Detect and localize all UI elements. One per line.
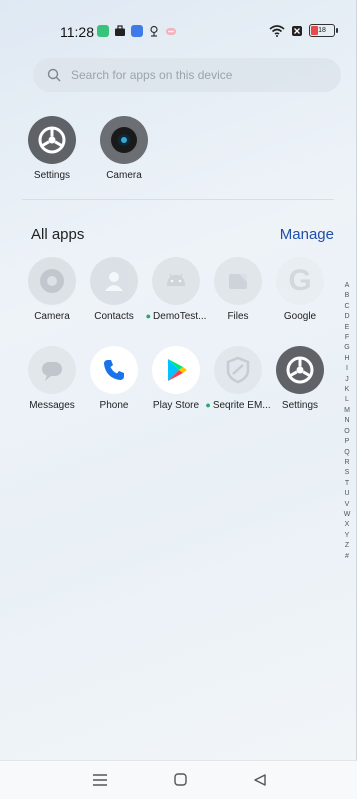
search-input[interactable] — [69, 67, 333, 83]
wifi-icon — [269, 25, 285, 37]
app-label: ● Seqrite EM... — [205, 400, 271, 411]
app-phone[interactable]: Phone — [84, 346, 144, 411]
alphabet-index-letter[interactable]: X — [345, 520, 350, 530]
status-time: 11:28 — [60, 24, 94, 40]
alphabet-index-letter[interactable]: H — [344, 354, 349, 364]
no-sim-icon — [292, 25, 302, 36]
alphabet-index-letter[interactable]: F — [345, 333, 349, 343]
alphabet-index-letter[interactable]: # — [345, 552, 349, 562]
alphabet-index-letter[interactable]: I — [346, 364, 348, 374]
files-icon — [214, 257, 262, 305]
app-label: Settings — [281, 400, 319, 411]
new-app-dot: ● — [205, 400, 211, 410]
alphabet-index-letter[interactable]: W — [344, 510, 351, 520]
camera-icon — [28, 257, 76, 305]
alphabet-index-letter[interactable]: B — [345, 291, 350, 301]
app-label: Google — [283, 311, 317, 322]
alphabet-index-letter[interactable]: D — [344, 312, 349, 322]
play-store-icon — [152, 346, 200, 394]
alphabet-index-letter[interactable]: Q — [344, 448, 349, 458]
alphabet-index[interactable]: A B C D E F G H I J K L M N O P Q R S T U V W X Y Z # — [342, 281, 352, 562]
app-google[interactable]: G Google — [270, 257, 330, 322]
app-camera[interactable]: Camera — [22, 257, 82, 322]
app-label: Settings — [33, 170, 71, 181]
all-apps-title: All apps — [31, 226, 85, 243]
android-icon — [152, 257, 200, 305]
app-seqrite[interactable]: ● Seqrite EM... — [205, 346, 271, 411]
new-app-dot: ● — [145, 311, 152, 321]
app-grid: Camera Contacts ● DemoTest... Files G Goo… — [22, 257, 332, 411]
seqrite-icon — [214, 346, 262, 394]
app-label: Phone — [99, 400, 129, 411]
alphabet-index-letter[interactable]: Z — [345, 541, 349, 551]
app-label: ● DemoTest... — [145, 311, 207, 322]
app-play-store[interactable]: Play Store — [146, 346, 206, 411]
notification-icons — [97, 25, 177, 37]
app-label: Play Store — [152, 400, 200, 411]
settings-icon — [28, 116, 76, 164]
alphabet-index-letter[interactable]: R — [344, 458, 349, 468]
suggested-app-settings[interactable]: Settings — [22, 116, 82, 181]
alphabet-index-letter[interactable]: A — [345, 281, 350, 291]
contacts-icon — [90, 257, 138, 305]
app-notification-icon — [97, 25, 109, 37]
app-label: Camera — [106, 170, 142, 181]
alphabet-index-letter[interactable]: V — [345, 500, 350, 510]
manage-button[interactable]: Manage — [280, 226, 334, 243]
system-status-icons: 18 — [269, 24, 338, 37]
suggested-apps: Settings Camera — [22, 116, 154, 181]
alphabet-index-letter[interactable]: U — [344, 489, 349, 499]
camera-icon — [100, 116, 148, 164]
alphabet-index-letter[interactable]: E — [345, 323, 350, 333]
app-settings[interactable]: Settings — [270, 346, 330, 411]
app-label: Camera — [34, 311, 70, 322]
battery-level: 18 — [318, 27, 326, 34]
alphabet-index-letter[interactable]: J — [345, 375, 349, 385]
suggested-app-camera[interactable]: Camera — [94, 116, 154, 181]
alphabet-index-letter[interactable]: O — [344, 427, 349, 437]
app-label: Files — [227, 311, 249, 322]
app-search-bar[interactable] — [33, 58, 341, 92]
app-files[interactable]: Files — [208, 257, 268, 322]
alphabet-index-letter[interactable]: K — [345, 385, 350, 395]
alphabet-index-letter[interactable]: N — [344, 416, 349, 426]
section-divider — [22, 199, 334, 200]
app-messages[interactable]: Messages — [22, 346, 82, 411]
app-label: Messages — [29, 400, 75, 411]
status-bar: 11:28 18 — [0, 20, 357, 44]
app-label: Contacts — [94, 311, 134, 322]
settings-icon — [276, 346, 324, 394]
home-icon[interactable] — [170, 772, 190, 788]
messages-icon — [28, 346, 76, 394]
alphabet-index-letter[interactable]: G — [344, 343, 349, 353]
google-icon: G — [276, 257, 324, 305]
message-notification-icon — [131, 25, 143, 37]
location-icon — [150, 25, 158, 37]
search-icon — [47, 68, 61, 82]
app-drawer-screen: 11:28 18 Search for apps on this device … — [0, 0, 357, 799]
app-contacts[interactable]: Contacts — [84, 257, 144, 322]
alphabet-index-letter[interactable]: P — [345, 437, 350, 447]
alphabet-index-letter[interactable]: S — [345, 468, 350, 478]
alphabet-index-letter[interactable]: C — [344, 302, 349, 312]
alphabet-index-letter[interactable]: M — [344, 406, 350, 416]
phone-icon — [90, 346, 138, 394]
battery-indicator: 18 — [309, 24, 338, 37]
menu-icon[interactable] — [90, 772, 110, 788]
alphabet-index-letter[interactable]: L — [345, 395, 349, 405]
navigation-bar — [0, 760, 357, 799]
alphabet-index-letter[interactable]: Y — [345, 531, 350, 541]
briefcase-icon — [115, 25, 125, 36]
back-icon[interactable] — [250, 772, 270, 788]
app-demotest[interactable]: ● DemoTest... — [146, 257, 206, 322]
more-notifications-icon — [166, 28, 176, 35]
alphabet-index-letter[interactable]: T — [345, 479, 349, 489]
